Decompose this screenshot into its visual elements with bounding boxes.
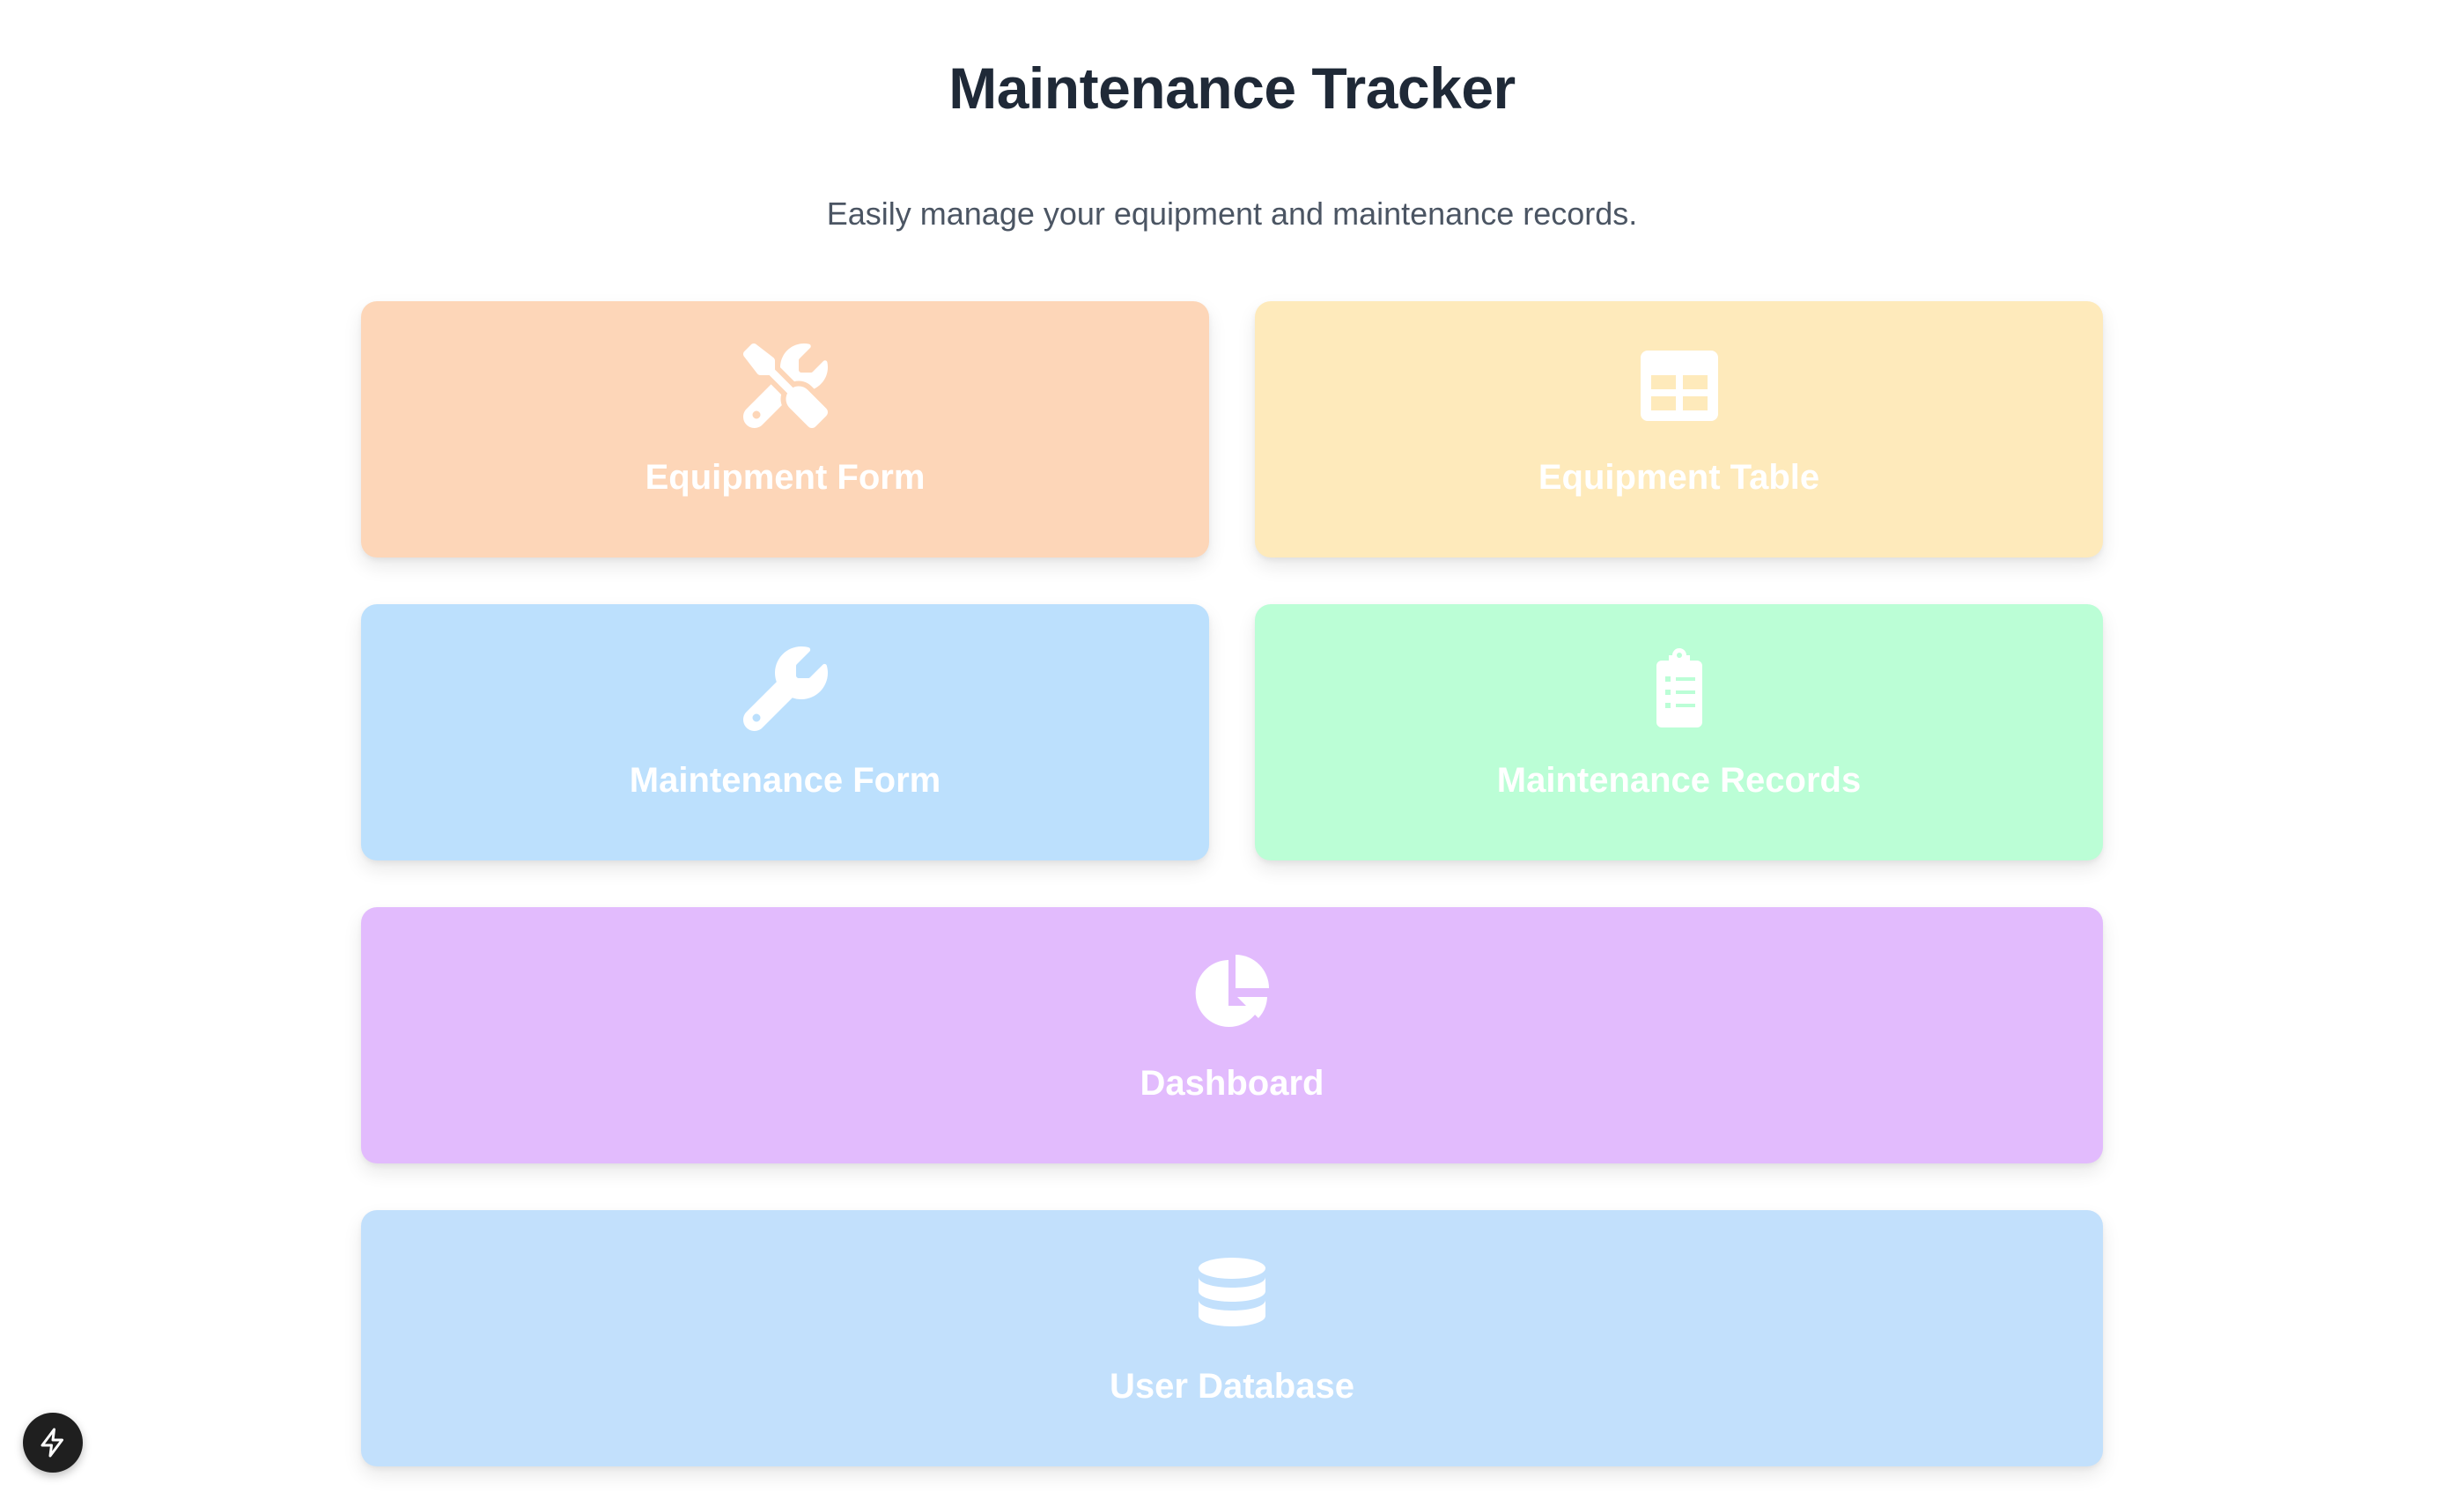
table-icon: [1637, 343, 1722, 428]
database-icon: [1190, 1252, 1274, 1337]
pie-chart-icon: [1190, 949, 1274, 1034]
maintenance-form-label: Maintenance Form: [629, 761, 941, 800]
lightning-button[interactable]: [23, 1413, 83, 1473]
equipment-form-card[interactable]: Equipment Form: [361, 301, 1209, 558]
dashboard-card[interactable]: Dashboard: [361, 907, 2103, 1163]
user-database-card[interactable]: User Database: [361, 1210, 2103, 1466]
equipment-table-label: Equipment Table: [1538, 458, 1820, 497]
dashboard-label: Dashboard: [1140, 1064, 1324, 1103]
page-title: Maintenance Tracker: [948, 55, 1516, 121]
page-subtitle: Easily manage your equipment and mainten…: [826, 196, 1638, 232]
user-database-label: User Database: [1110, 1367, 1354, 1406]
lightning-icon: [41, 1428, 63, 1458]
maintenance-records-card[interactable]: Maintenance Records: [1255, 604, 2103, 860]
maintenance-records-label: Maintenance Records: [1496, 761, 1862, 800]
equipment-form-label: Equipment Form: [645, 458, 926, 497]
maintenance-form-card[interactable]: Maintenance Form: [361, 604, 1209, 860]
tools-icon: [742, 343, 828, 428]
equipment-table-card[interactable]: Equipment Table: [1255, 301, 2103, 558]
wrench-icon: [742, 646, 828, 731]
clipboard-list-icon: [1637, 646, 1722, 731]
maintenance-tracker-page: Maintenance Tracker Easily manage your e…: [0, 0, 2464, 1499]
